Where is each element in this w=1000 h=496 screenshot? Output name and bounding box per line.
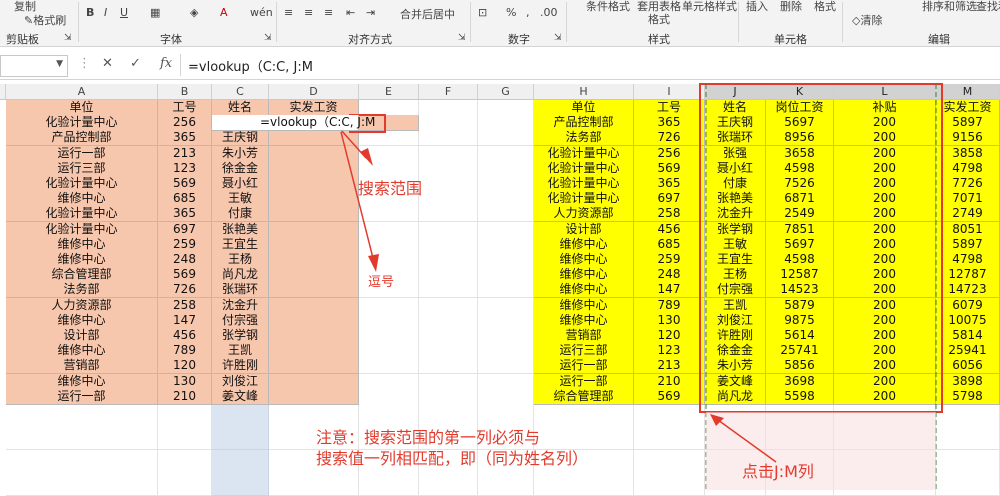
annotation-note-line2: 搜索值一列相匹配，即（同为姓名列） xyxy=(316,449,589,468)
annotation-search-range: 搜索范围 xyxy=(358,179,423,198)
arrow-head-comma xyxy=(368,254,379,272)
formula-cell[interactable]: =vlookup（C:C, J:M xyxy=(212,115,375,132)
annotation-comma: 逗号 xyxy=(368,275,395,290)
jm-selection-box xyxy=(699,83,943,413)
arrow-head-search xyxy=(360,148,373,166)
annotation-overlay xyxy=(340,83,943,490)
selection-tint xyxy=(706,412,936,490)
annotation-click-jm: 点击J:M列 xyxy=(742,462,814,481)
